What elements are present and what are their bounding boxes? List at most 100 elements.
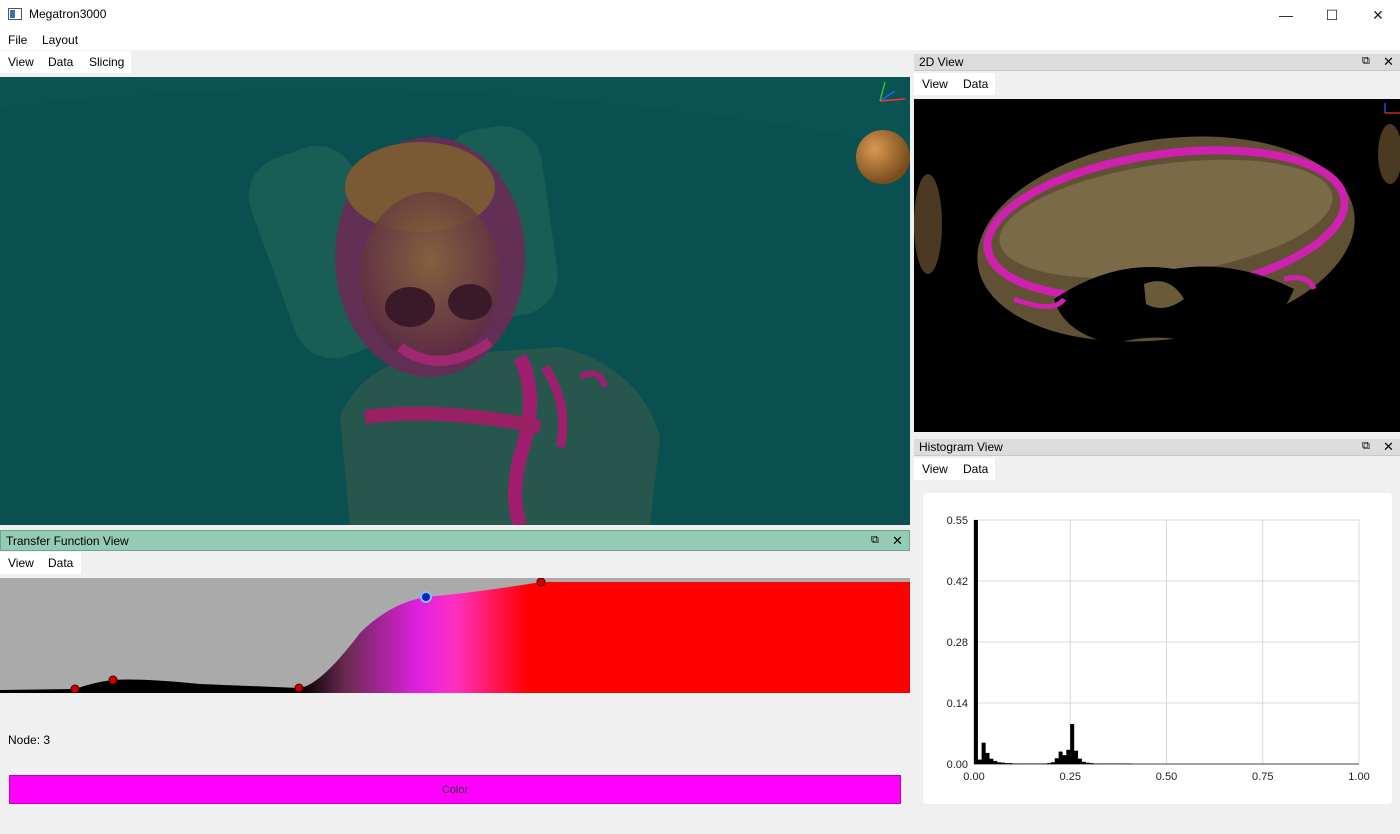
histogram-bar [1093, 763, 1098, 765]
transfer-function-title: Transfer Function View [6, 534, 129, 548]
histogram-bar [1043, 763, 1048, 765]
volume-render-image [0, 81, 910, 525]
close-icon[interactable]: ✕ [892, 533, 903, 549]
histogram-bar [1027, 763, 1032, 765]
y-tick-label: 0.00 [947, 759, 968, 771]
histogram-bar [1062, 755, 1067, 764]
view2d-menu-view[interactable]: View [922, 77, 948, 91]
view3d-menu-data[interactable]: Data [48, 55, 73, 69]
histogram-chart: 0.00 0.25 0.50 0.75 1.00 0.00 0.14 0.28 0.42 0.55 [947, 515, 1370, 783]
histogram-bar [985, 752, 990, 764]
histogram-chart-panel: 0.00 0.25 0.50 0.75 1.00 0.00 0.14 0.28 0.42 0.55 [923, 493, 1392, 804]
y-tick-label: 0.14 [947, 698, 968, 710]
tf-node[interactable] [70, 684, 80, 693]
tf-node-selected[interactable] [420, 591, 432, 603]
histogram-bar [1120, 763, 1125, 765]
menu-bar: File Layout [0, 30, 1400, 50]
menu-file[interactable]: File [8, 33, 27, 47]
slice-2d-view[interactable] [914, 99, 1400, 432]
histogram-bar [1127, 763, 1132, 765]
histogram-bar [1085, 762, 1090, 764]
histogram-menu-view[interactable]: View [922, 462, 948, 476]
minimize-icon[interactable]: — [1263, 0, 1309, 30]
histogram-bar [1074, 750, 1079, 764]
slice-image [914, 103, 1400, 349]
histogram-bar [1039, 763, 1044, 765]
x-tick-label: 0.00 [963, 771, 984, 783]
float-icon[interactable]: ⧉ [1362, 55, 1370, 68]
histogram-bar [1020, 763, 1025, 765]
histogram-bar [1054, 758, 1059, 764]
histogram-menu-data[interactable]: Data [963, 462, 988, 476]
node-label: Node: 3 [8, 733, 51, 747]
view2d-dock-header: 2D View ⧉ ✕ [914, 54, 1400, 71]
transfer-function-toolbar: View Data [0, 552, 81, 574]
histogram-bar [1089, 763, 1094, 764]
histogram-bar [1008, 763, 1013, 764]
tf-menu-data[interactable]: Data [48, 556, 73, 570]
title-bar: Megatron3000 — ☐ ✕ [0, 0, 1400, 30]
float-icon[interactable]: ⧉ [1362, 440, 1370, 453]
close-icon[interactable]: ✕ [1355, 0, 1400, 30]
window-title: Megatron3000 [29, 7, 107, 21]
tf-node[interactable] [108, 675, 118, 685]
histogram-toolbar: View Data [914, 458, 995, 480]
histogram-bar [977, 759, 982, 764]
histogram-title: Histogram View [919, 440, 1003, 454]
histogram-bar [1077, 758, 1082, 764]
tf-menu-view[interactable]: View [8, 556, 34, 570]
histogram-bar [989, 758, 994, 764]
histogram-bar [1035, 763, 1040, 765]
histogram-bar [1004, 763, 1009, 764]
histogram-bar [1012, 763, 1017, 765]
transfer-function-editor[interactable] [0, 578, 910, 693]
histogram-bar [1070, 724, 1075, 764]
histogram-bar [1112, 763, 1117, 765]
view2d-title: 2D View [919, 55, 964, 69]
close-icon[interactable]: ✕ [1383, 439, 1394, 455]
histogram-bar [1016, 763, 1021, 765]
menu-layout[interactable]: Layout [42, 33, 78, 47]
x-tick-label: 0.50 [1156, 771, 1177, 783]
histogram-bar [1116, 763, 1121, 765]
x-tick-label: 1.00 [1348, 771, 1369, 783]
volume-render-3d-view[interactable] [0, 77, 910, 525]
x-tick-label: 0.25 [1060, 771, 1081, 783]
view2d-menu-data[interactable]: Data [963, 77, 988, 91]
histogram-bar [973, 520, 978, 764]
y-tick-label: 0.42 [947, 576, 968, 588]
histogram-bar [1023, 763, 1028, 765]
histogram-bar [993, 760, 998, 764]
app-icon [8, 8, 22, 20]
view3d-toolbar: View Data Slicing [0, 51, 131, 73]
tf-node[interactable] [294, 683, 304, 693]
histogram-bar [997, 762, 1002, 764]
histogram-bar [1058, 751, 1063, 764]
histogram-bar [1081, 761, 1086, 764]
histogram-bar [1097, 763, 1102, 765]
histogram-bar [1031, 763, 1036, 765]
histogram-bar [981, 742, 986, 764]
histogram-bar [1104, 763, 1109, 765]
y-tick-label: 0.55 [947, 515, 968, 527]
view3d-menu-view[interactable]: View [8, 55, 34, 69]
histogram-bar [1047, 763, 1052, 764]
histogram-bar [1066, 749, 1071, 764]
close-icon[interactable]: ✕ [1383, 54, 1394, 70]
view3d-menu-slicing[interactable]: Slicing [89, 55, 124, 69]
histogram-bar [1000, 762, 1005, 764]
transfer-function-dock-header: Transfer Function View ⧉ ✕ [0, 530, 910, 551]
histogram-bar [1100, 763, 1105, 765]
maximize-icon[interactable]: ☐ [1309, 0, 1355, 30]
histogram-dock-header: Histogram View ⧉ ✕ [914, 439, 1400, 456]
color-button[interactable]: Color [9, 775, 901, 804]
tf-node[interactable] [536, 578, 546, 587]
histogram-bar [1124, 763, 1129, 765]
x-tick-label: 0.75 [1252, 771, 1273, 783]
float-icon[interactable]: ⧉ [871, 534, 879, 547]
transfer-function-curve [0, 578, 910, 693]
view2d-toolbar: View Data [914, 73, 995, 95]
histogram-bar [1108, 763, 1113, 765]
y-tick-label: 0.28 [947, 637, 968, 649]
histogram-bar [1050, 762, 1055, 764]
